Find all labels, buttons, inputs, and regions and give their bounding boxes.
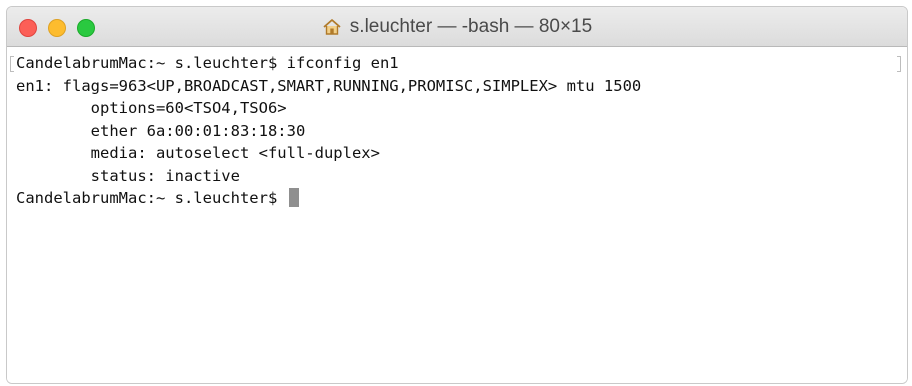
- mark-bracket-right: [897, 56, 901, 72]
- window-title-area: s.leuchter — -bash — 80×15: [7, 7, 907, 47]
- terminal-window: s.leuchter — -bash — 80×15 CandelabrumMa…: [6, 6, 908, 384]
- terminal-line: status: inactive: [16, 166, 240, 185]
- terminal-line: media: autoselect <full-duplex>: [16, 144, 380, 162]
- terminal-line: en1: flags=963<UP,BROADCAST,SMART,RUNNIN…: [16, 76, 642, 95]
- window-title: s.leuchter — -bash — 80×15: [349, 16, 593, 37]
- terminal-line: CandelabrumMac:~ s.leuchter$ ifconfig en…: [16, 54, 399, 72]
- text-cursor: [288, 188, 299, 207]
- terminal-line: options=60<TSO4,TSO6>: [16, 99, 287, 117]
- home-icon: [322, 17, 342, 37]
- terminal-prompt-line: CandelabrumMac:~ s.leuchter$: [16, 187, 907, 210]
- terminal-line: ether 6a:00:01:83:18:30: [16, 121, 306, 140]
- terminal-content[interactable]: CandelabrumMac:~ s.leuchter$ ifconfig en…: [7, 47, 907, 383]
- mark-bracket-left: [10, 56, 14, 72]
- title-bar[interactable]: s.leuchter — -bash — 80×15: [7, 7, 907, 47]
- prompt-text: CandelabrumMac:~ s.leuchter$: [16, 189, 287, 207]
